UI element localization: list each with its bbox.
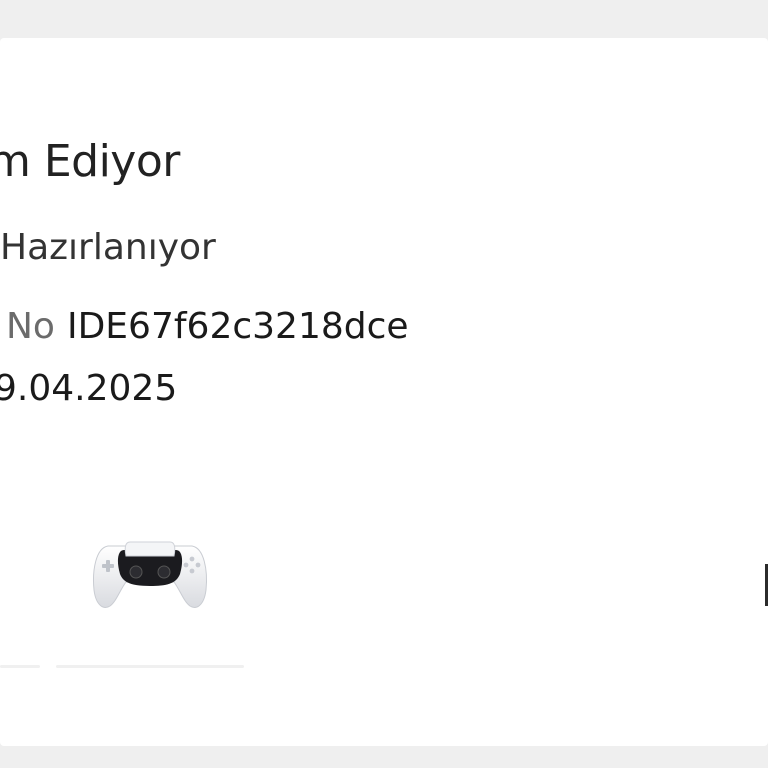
order-number-row: No IDE67f62c3218dce bbox=[6, 306, 409, 347]
divider-left bbox=[0, 665, 40, 668]
order-card[interactable]: m Ediyor Hazırlanıyor No IDE67f62c3218dce… bbox=[0, 38, 768, 746]
product-thumbnail[interactable] bbox=[86, 530, 214, 620]
order-date: 9.04.2025 bbox=[0, 368, 178, 409]
order-number-value: IDE67f62c3218dce bbox=[66, 306, 409, 347]
order-number-label: No bbox=[6, 306, 55, 347]
divider-thumbnail bbox=[56, 665, 244, 668]
gamepad-controller-icon bbox=[93, 541, 207, 608]
order-status-title: m Ediyor bbox=[0, 136, 180, 187]
order-status-subtitle: Hazırlanıyor bbox=[0, 227, 216, 268]
